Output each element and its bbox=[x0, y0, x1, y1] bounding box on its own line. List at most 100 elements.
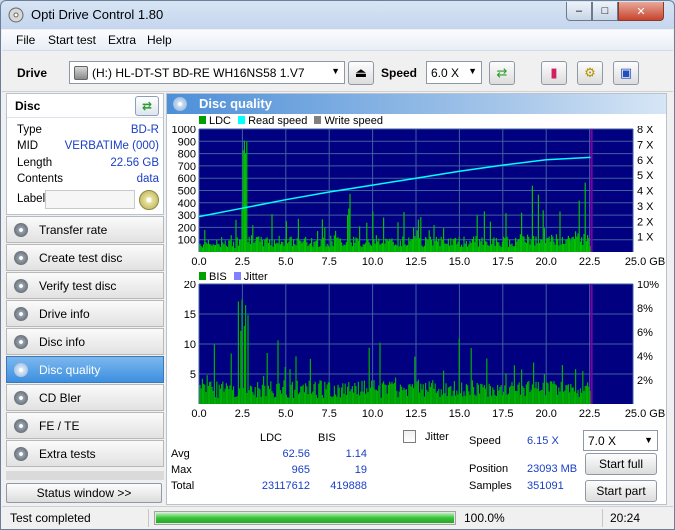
nav-item-label: CD Bler bbox=[39, 391, 82, 405]
jitter-checkbox-label: Jitter bbox=[425, 431, 449, 443]
y-left-tick-label: 400 bbox=[178, 198, 196, 210]
y-right-tick-label: 2% bbox=[637, 375, 653, 387]
x-tick-label: 20.0 bbox=[535, 408, 556, 420]
nav-item-disc-quality[interactable]: Disc quality bbox=[6, 356, 164, 383]
x-tick-label: 17.5 bbox=[492, 256, 513, 268]
disc-icon bbox=[14, 307, 28, 321]
nav-item-verify-test-disc[interactable]: Verify test disc bbox=[6, 272, 164, 299]
nav-item-disc-info[interactable]: Disc info bbox=[6, 328, 164, 355]
y-left-tick-label: 5 bbox=[190, 369, 196, 381]
y-right-tick-label: 1 X bbox=[637, 232, 654, 244]
position-value: 23093 MB bbox=[527, 463, 578, 475]
speed-select[interactable]: 6.0 X ▼ bbox=[426, 61, 482, 84]
y-right-tick-label: 7 X bbox=[637, 139, 654, 151]
nav-item-fe-te[interactable]: FE / TE bbox=[6, 412, 164, 439]
menu-help[interactable]: Help bbox=[147, 33, 172, 47]
nav-item-label: Transfer rate bbox=[39, 223, 108, 237]
y-right-tick-label: 8 X bbox=[637, 126, 654, 136]
x-tick-label: 7.5 bbox=[322, 408, 337, 420]
x-tick-label: 25.0 GB bbox=[625, 408, 665, 420]
menu-extra[interactable]: Extra bbox=[108, 33, 136, 47]
y-right-tick-label: 2 X bbox=[637, 216, 654, 228]
nav-item-extra-tests[interactable]: Extra tests bbox=[6, 440, 164, 467]
y-left-tick-label: 500 bbox=[178, 186, 196, 198]
stats-avg-bis: 1.14 bbox=[345, 448, 367, 460]
status-separator bbox=[602, 509, 603, 527]
nav-item-label: Verify test disc bbox=[39, 279, 117, 293]
disc-row-label: Label bbox=[17, 193, 47, 209]
disc-icon[interactable] bbox=[139, 190, 159, 210]
minimize-button[interactable]: – bbox=[566, 2, 592, 21]
y-left-tick-label: 800 bbox=[178, 149, 196, 161]
disc-row-mid: MID VERBATIMe (000) bbox=[17, 140, 159, 156]
test-speed-value: 7.0 X bbox=[588, 434, 617, 448]
nav-item-transfer-rate[interactable]: Transfer rate bbox=[6, 216, 164, 243]
x-tick-label: 25.0 GB bbox=[625, 256, 665, 268]
stats-total-ldc: 23117612 bbox=[261, 480, 310, 492]
nav-item-label: Create test disc bbox=[39, 251, 123, 265]
y-left-tick-label: 10 bbox=[184, 339, 196, 351]
test-speed-select[interactable]: 7.0 X ▼ bbox=[583, 430, 658, 451]
start-full-button[interactable]: Start full bbox=[585, 453, 657, 475]
nav-item-drive-info[interactable]: Drive info bbox=[6, 300, 164, 327]
refresh-icon: ⇄ bbox=[496, 65, 508, 80]
stats-max-ldc: 965 bbox=[291, 464, 310, 476]
eject-button[interactable]: ⏏ bbox=[348, 61, 374, 85]
disc-label-input[interactable] bbox=[45, 190, 135, 209]
x-tick-label: 0.0 bbox=[191, 408, 206, 420]
start-part-button[interactable]: Start part bbox=[585, 480, 657, 502]
menu-start-test[interactable]: Start test bbox=[48, 33, 96, 47]
status-text: Test completed bbox=[10, 511, 91, 525]
x-tick-label: 15.0 bbox=[449, 256, 470, 268]
disc-row-type: Type BD-R bbox=[17, 124, 159, 140]
disc-refresh-button[interactable]: ⇄ bbox=[135, 96, 159, 116]
menu-file[interactable]: File bbox=[16, 33, 35, 47]
stats-max-bis: 19 bbox=[354, 464, 367, 476]
y-right-tick-label: 5 X bbox=[637, 170, 654, 182]
speed-label: Speed bbox=[381, 66, 418, 80]
save-icon: ▣ bbox=[619, 65, 633, 80]
close-button[interactable]: ✕ bbox=[618, 2, 664, 21]
app-disc-icon bbox=[8, 7, 24, 23]
nav-item-cd-bler[interactable]: CD Bler bbox=[6, 384, 164, 411]
save-button[interactable]: ▣ bbox=[613, 61, 639, 85]
refresh-speed-button[interactable]: ⇄ bbox=[489, 61, 515, 85]
disc-value: VERBATIMe (000) bbox=[64, 140, 159, 152]
maximize-button[interactable]: □ bbox=[592, 2, 618, 21]
x-tick-label: 2.5 bbox=[235, 256, 250, 268]
disc-key: Length bbox=[17, 157, 53, 169]
disc-icon bbox=[14, 223, 28, 237]
status-window-button[interactable]: Status window >> bbox=[6, 483, 162, 503]
left-pane: Disc ⇄ Type BD-R MID VERBATIMe (000) Len… bbox=[6, 93, 164, 505]
disc-panel-title: Disc bbox=[15, 99, 41, 113]
x-tick-label: 12.5 bbox=[405, 256, 426, 268]
drive-select[interactable]: (H:) HL-DT-ST BD-RE WH16NS58 1.V7 ▼ bbox=[69, 61, 345, 84]
y-left-tick-label: 1000 bbox=[172, 126, 196, 136]
x-tick-label: 12.5 bbox=[405, 408, 426, 420]
progress-fill bbox=[156, 513, 454, 523]
settings-button[interactable]: ⚙ bbox=[577, 61, 603, 85]
drive-select-value: (H:) HL-DT-ST BD-RE WH16NS58 1.V7 bbox=[92, 66, 305, 80]
refresh-icon: ⇄ bbox=[141, 99, 153, 113]
eject-icon: ⏏ bbox=[354, 65, 368, 80]
jitter-checkbox[interactable] bbox=[403, 430, 416, 443]
nav-item-create-test-disc[interactable]: Create test disc bbox=[6, 244, 164, 271]
gears-icon: ⚙ bbox=[584, 65, 596, 80]
disc-key: Contents bbox=[17, 173, 64, 185]
y-right-tick-label: 6 X bbox=[637, 155, 654, 167]
nav-item-label: FE / TE bbox=[39, 419, 80, 433]
disc-icon bbox=[14, 447, 28, 461]
y-right-tick-label: 4% bbox=[637, 351, 653, 363]
erase-button[interactable]: ▮ bbox=[541, 61, 567, 85]
nav-item-label: Disc info bbox=[39, 335, 86, 349]
stats-total-bis: 419888 bbox=[330, 480, 367, 492]
sidebar-nav: Transfer rate Create test disc Verify test… bbox=[6, 216, 164, 468]
x-tick-label: 17.5 bbox=[492, 408, 513, 420]
progress-bar bbox=[154, 511, 456, 525]
disc-row-contents: Contents data bbox=[17, 173, 159, 189]
y-right-tick-label: 10% bbox=[637, 281, 659, 291]
disc-row-length: Length 22.56 GB bbox=[17, 157, 159, 173]
y-left-tick-label: 15 bbox=[184, 309, 196, 321]
speed-stat-value: 6.15 X bbox=[527, 435, 559, 447]
y-right-tick-label: 3 X bbox=[637, 201, 654, 213]
